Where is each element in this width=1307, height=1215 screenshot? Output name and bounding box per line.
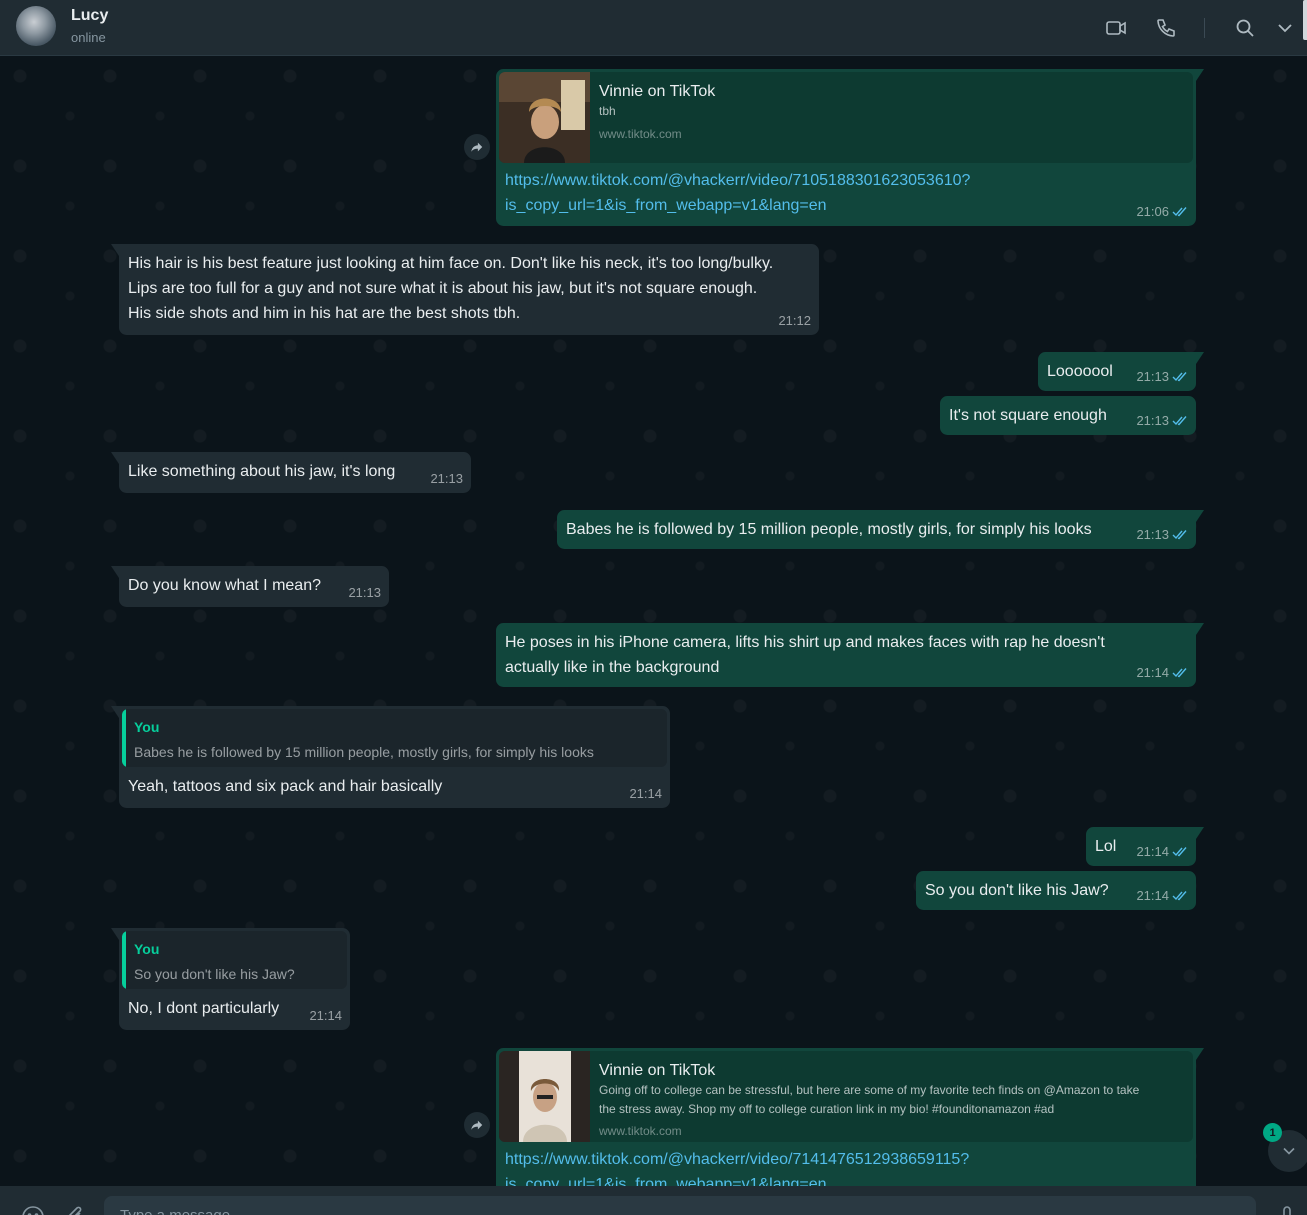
message-time: 21:14 — [1136, 888, 1169, 903]
attach-icon[interactable] — [62, 1204, 88, 1215]
message-time: 21:14 — [309, 1008, 342, 1023]
link-preview[interactable]: Vinnie on TikTok Going off to college ca… — [499, 1051, 1193, 1142]
message-meta: 21:14 — [309, 1003, 342, 1028]
message-bubble-incoming[interactable]: Like something about his jaw, it's long … — [111, 452, 471, 493]
message-text: Like something about his jaw, it's long — [128, 463, 396, 480]
quote-text: Babes he is followed by 15 million peopl… — [134, 744, 594, 760]
emoji-icon[interactable] — [20, 1204, 46, 1215]
message-text: Babes he is followed by 15 million peopl… — [566, 521, 1092, 538]
quote-text: So you don't like his Jaw? — [134, 966, 295, 982]
voice-call-icon[interactable] — [1154, 16, 1178, 40]
forward-button[interactable] — [464, 1112, 490, 1138]
message-meta: 21:13 — [1136, 364, 1188, 389]
message-text: His hair is his best feature just lookin… — [128, 255, 774, 322]
message-link[interactable]: https://www.tiktok.com/@vhackerr/video/7… — [505, 1147, 969, 1186]
message-meta: 21:13 — [1136, 408, 1188, 433]
link-preview[interactable]: Vinnie on TikTok tbh www.tiktok.com — [499, 72, 1193, 163]
message-text: So you don't like his Jaw? — [925, 882, 1109, 899]
message-bubble-outgoing[interactable]: He poses in his iPhone camera, lifts his… — [496, 623, 1204, 687]
menu-chevron-icon[interactable] — [1273, 16, 1297, 40]
message-meta: 21:13 — [1136, 522, 1188, 547]
message-bubble-outgoing[interactable]: So you don't like his Jaw? 21:14 — [916, 871, 1196, 910]
preview-description: Going off to college can be stressful, b… — [599, 1083, 1140, 1116]
message-time: 21:14 — [1136, 844, 1169, 859]
contact-name[interactable]: Lucy — [71, 7, 108, 25]
contact-status: online — [71, 30, 106, 45]
message-meta: 21:13 — [348, 580, 381, 605]
preview-domain: www.tiktok.com — [599, 127, 682, 141]
header-divider — [1204, 18, 1205, 38]
message-meta: 21:14 — [629, 781, 662, 806]
unread-count-badge: 1 — [1263, 1123, 1282, 1142]
message-input[interactable]: Type a message — [104, 1196, 1256, 1215]
preview-title: Vinnie on TikTok — [599, 1062, 716, 1079]
message-link[interactable]: https://www.tiktok.com/@vhackerr/video/7… — [505, 168, 970, 218]
message-bubble-outgoing[interactable]: Looooool 21:13 — [1038, 352, 1204, 391]
microphone-icon[interactable] — [1274, 1204, 1300, 1215]
message-meta: 21:14 — [1136, 660, 1188, 685]
message-text: Yeah, tattoos and six pack and hair basi… — [128, 778, 443, 795]
read-ticks-icon — [1172, 206, 1188, 217]
message-text: He poses in his iPhone camera, lifts his… — [505, 634, 1105, 676]
read-ticks-icon — [1172, 371, 1188, 382]
preview-description: tbh — [599, 104, 616, 118]
forward-button[interactable] — [464, 134, 490, 160]
message-meta: 21:13 — [430, 466, 463, 491]
preview-title: Vinnie on TikTok — [599, 83, 716, 100]
message-time: 21:13 — [1136, 527, 1169, 542]
message-time: 21:13 — [430, 471, 463, 486]
message-list[interactable]: Vinnie on TikTok tbh www.tiktok.com http… — [0, 56, 1307, 1186]
message-time: 21:12 — [778, 313, 811, 328]
composer-bar: Type a message — [0, 1186, 1307, 1215]
message-bubble-outgoing[interactable]: Vinnie on TikTok tbh www.tiktok.com http… — [496, 69, 1204, 226]
message-bubble-outgoing[interactable]: Lol 21:14 — [1086, 827, 1204, 866]
message-text: It's not square enough — [949, 407, 1107, 424]
read-ticks-icon — [1172, 667, 1188, 678]
read-ticks-icon — [1172, 415, 1188, 426]
message-time: 21:06 — [1136, 204, 1169, 219]
contact-avatar[interactable] — [16, 6, 56, 46]
read-ticks-icon — [1172, 529, 1188, 540]
message-time: 21:13 — [348, 585, 381, 600]
read-ticks-icon — [1172, 846, 1188, 857]
quoted-message[interactable]: You So you don't like his Jaw? — [122, 931, 347, 989]
message-text: Lol — [1095, 838, 1117, 855]
message-bubble-incoming[interactable]: Do you know what I mean? 21:13 — [111, 566, 389, 607]
quote-author: You — [134, 719, 160, 735]
message-time: 21:13 — [1136, 369, 1169, 384]
message-time: 21:14 — [629, 786, 662, 801]
message-bubble-incoming[interactable]: You Babes he is followed by 15 million p… — [111, 706, 670, 808]
quoted-message[interactable]: You Babes he is followed by 15 million p… — [122, 709, 667, 767]
message-time: 21:14 — [1136, 665, 1169, 680]
message-text: Do you know what I mean? — [128, 577, 321, 594]
message-bubble-outgoing[interactable]: Vinnie on TikTok Going off to college ca… — [496, 1048, 1204, 1186]
window-edge — [1303, 0, 1307, 40]
preview-domain: www.tiktok.com — [599, 1124, 682, 1138]
message-meta: 21:06 — [1136, 199, 1188, 224]
search-icon[interactable] — [1233, 16, 1257, 40]
video-thumbnail — [499, 1051, 590, 1142]
message-bubble-incoming[interactable]: You So you don't like his Jaw? No, I don… — [111, 928, 350, 1030]
message-bubble-incoming[interactable]: His hair is his best feature just lookin… — [111, 244, 819, 335]
quote-author: You — [134, 941, 160, 957]
video-thumbnail — [499, 72, 590, 163]
message-time: 21:13 — [1136, 413, 1169, 428]
message-text: No, I dont particularly — [128, 1000, 280, 1017]
message-meta: 21:14 — [1136, 883, 1188, 908]
message-bubble-outgoing[interactable]: It's not square enough 21:13 — [940, 396, 1196, 435]
chat-header: Lucy online — [0, 0, 1307, 56]
video-call-icon[interactable] — [1104, 16, 1128, 40]
message-text: Looooool — [1047, 363, 1113, 380]
message-meta: 21:14 — [1136, 839, 1188, 864]
read-ticks-icon — [1172, 890, 1188, 901]
message-meta: 21:12 — [778, 308, 811, 333]
message-bubble-outgoing[interactable]: Babes he is followed by 15 million peopl… — [557, 510, 1204, 549]
